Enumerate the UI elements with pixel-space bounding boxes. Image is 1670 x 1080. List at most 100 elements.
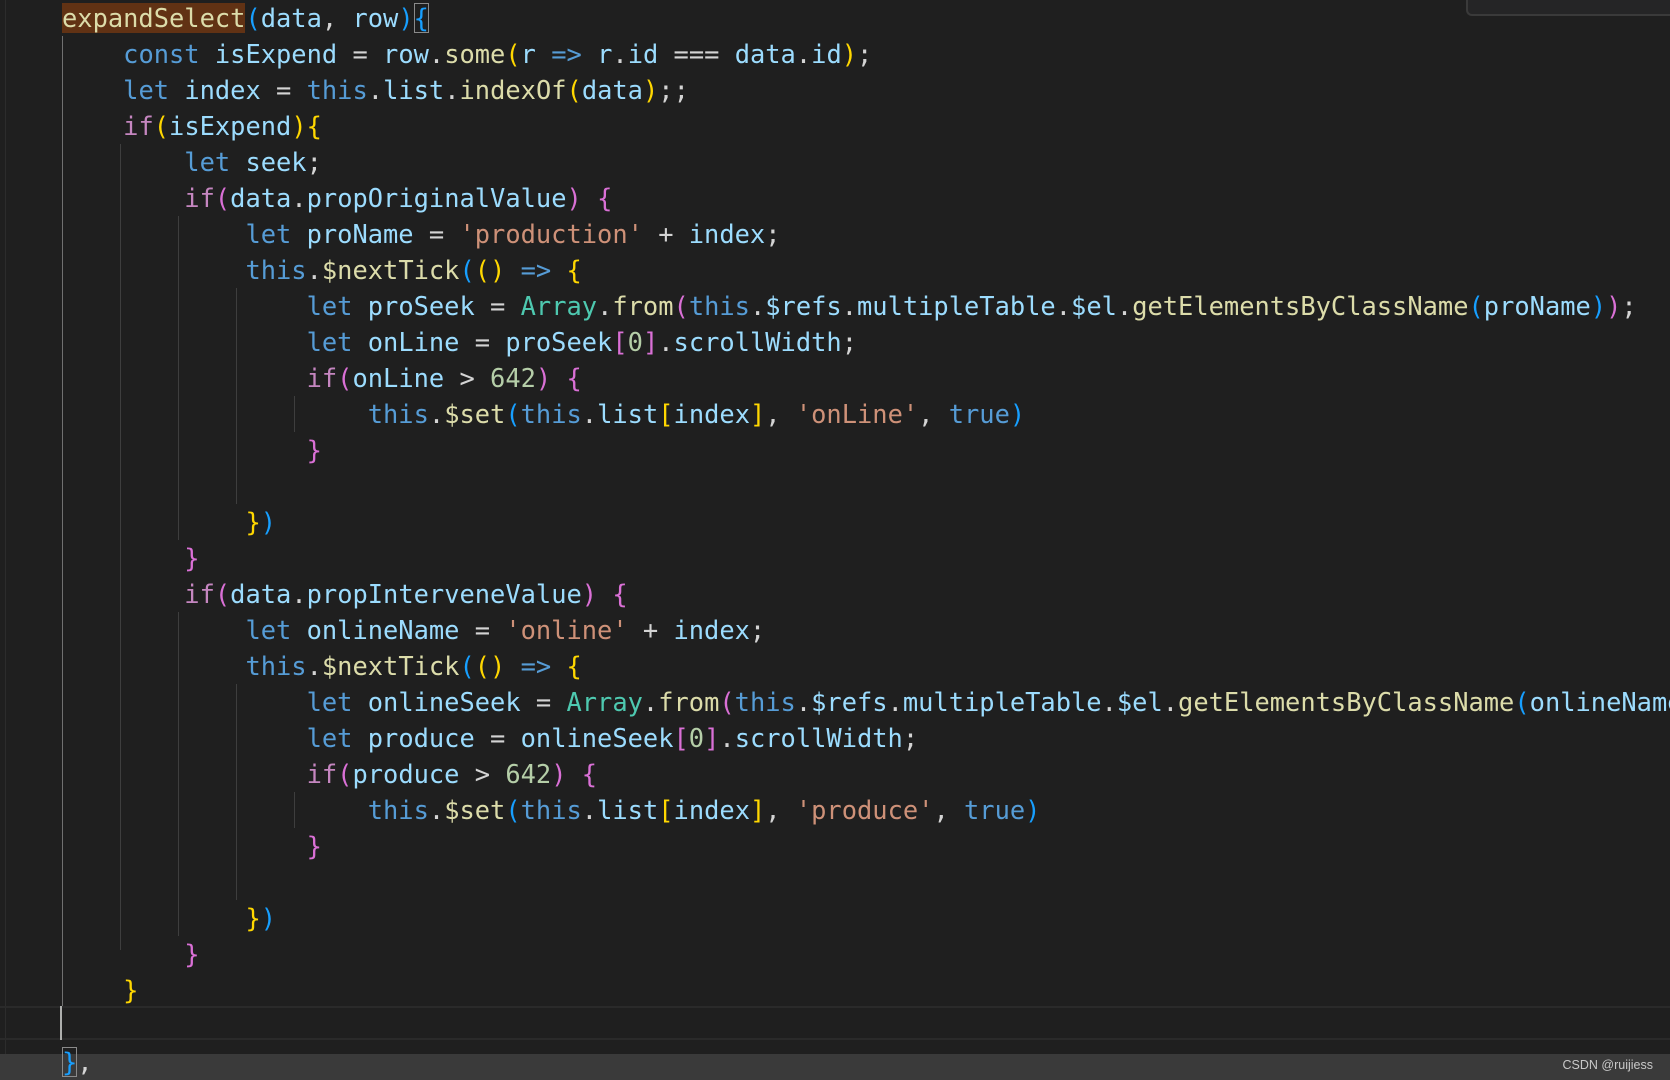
- code-line[interactable]: },: [62, 1044, 93, 1080]
- code-token: seek: [245, 147, 307, 177]
- code-token: from: [612, 291, 674, 321]
- code-token: {: [581, 759, 598, 789]
- code-token: indexOf: [459, 75, 567, 105]
- code-token: .: [887, 687, 903, 717]
- code-line[interactable]: const isExpend = row.some(r => r.id === …: [62, 36, 872, 72]
- code-token: index: [673, 795, 750, 825]
- code-token: list: [597, 795, 659, 825]
- code-token: index: [688, 219, 766, 249]
- code-token: =: [520, 687, 567, 717]
- code-line[interactable]: this.$nextTick(() => {: [62, 648, 582, 684]
- code-line[interactable]: if(data.propOriginalValue) {: [62, 180, 612, 216]
- code-line[interactable]: this.$nextTick(() => {: [62, 252, 582, 288]
- code-line[interactable]: }: [62, 828, 322, 864]
- code-line[interactable]: }: [62, 972, 138, 1008]
- code-token: .: [428, 39, 445, 69]
- code-token: (: [673, 291, 689, 321]
- code-token: this: [245, 255, 307, 285]
- code-token: {: [566, 651, 582, 681]
- code-token: this: [520, 399, 582, 429]
- code-line[interactable]: let seek;: [62, 144, 322, 180]
- code-token: index: [673, 615, 750, 645]
- code-token: {: [566, 255, 582, 285]
- code-token: =: [474, 723, 521, 753]
- code-line[interactable]: if(isExpend){: [62, 108, 322, 144]
- code-token: $nextTick: [321, 255, 460, 285]
- code-token: propInterveneValue: [306, 579, 582, 609]
- code-token: ): [581, 579, 598, 609]
- code-editor[interactable]: expandSelect(data, row){ const isExpend …: [0, 0, 1670, 1080]
- code-line[interactable]: let proSeek = Array.from(this.$refs.mult…: [62, 288, 1637, 324]
- code-line[interactable]: let onlineSeek = Array.from(this.$refs.m…: [62, 684, 1670, 720]
- code-token: ): [260, 507, 277, 537]
- code-token: =: [413, 219, 460, 249]
- code-line[interactable]: let onLine = proSeek[0].scrollWidth;: [62, 324, 857, 360]
- code-token: 'production': [459, 219, 643, 249]
- code-line[interactable]: }: [62, 540, 199, 576]
- code-line[interactable]: if(produce > 642) {: [62, 756, 598, 792]
- code-token: .: [795, 39, 812, 69]
- code-token: if: [184, 183, 215, 213]
- code-line[interactable]: let proName = 'production' + index;: [62, 216, 780, 252]
- code-token: if: [123, 111, 154, 141]
- code-token: list: [597, 399, 659, 429]
- code-token: isExpend: [214, 39, 338, 69]
- code-token: =>: [535, 39, 598, 69]
- code-token: .: [597, 291, 613, 321]
- code-token: .: [367, 75, 384, 105]
- code-token: let: [123, 75, 185, 105]
- watermark: CSDN @ruijiess: [1562, 1058, 1653, 1072]
- code-token: onLine: [367, 327, 460, 357]
- code-token: >: [459, 759, 506, 789]
- code-line[interactable]: }): [62, 504, 276, 540]
- code-token: ;: [902, 723, 919, 753]
- code-token: }: [245, 507, 261, 537]
- code-token: ): [260, 903, 277, 933]
- code-token: +: [627, 615, 674, 645]
- code-token: ]: [749, 795, 766, 825]
- code-token: ): [1590, 291, 1607, 321]
- code-token: }: [62, 1047, 78, 1077]
- code-token: (: [1468, 291, 1484, 321]
- code-line[interactable]: }: [62, 936, 199, 972]
- code-token: ]: [749, 399, 766, 429]
- code-line[interactable]: this.$set(this.list[index], 'produce', t…: [62, 792, 1041, 828]
- code-line[interactable]: let onlineName = 'online' + index;: [62, 612, 765, 648]
- code-token: this: [688, 291, 750, 321]
- code-token: if: [184, 579, 215, 609]
- code-token: let: [245, 615, 307, 645]
- code-token: .: [795, 687, 812, 717]
- code-token: this: [245, 651, 307, 681]
- code-line[interactable]: }): [62, 900, 276, 936]
- code-line[interactable]: if(onLine > 642) {: [62, 360, 582, 396]
- code-token: id: [811, 39, 842, 69]
- code-token: proSeek: [367, 291, 475, 321]
- minimap-slider[interactable]: [1466, 0, 1670, 16]
- code-line[interactable]: let index = this.list.indexOf(data);;: [62, 72, 689, 108]
- code-token: =: [474, 291, 521, 321]
- code-token: =: [459, 615, 506, 645]
- code-line[interactable]: let produce = onlineSeek[0].scrollWidth;: [62, 720, 919, 756]
- code-token: if: [306, 759, 338, 789]
- code-line[interactable]: if(data.propInterveneValue) {: [62, 576, 628, 612]
- code-token: true: [964, 795, 1026, 825]
- code-token: .: [642, 687, 659, 717]
- code-line[interactable]: }: [62, 432, 322, 468]
- code-token: .: [749, 291, 766, 321]
- code-line[interactable]: this.$set(this.list[index], 'onLine', tr…: [62, 396, 1025, 432]
- code-token: {: [612, 579, 628, 609]
- code-token: >: [444, 363, 491, 393]
- code-line[interactable]: expandSelect(data, row){: [62, 0, 429, 36]
- code-token: $refs: [765, 291, 842, 321]
- code-token: ;: [857, 39, 873, 69]
- code-token: ;: [1621, 291, 1637, 321]
- code-token: (: [459, 255, 475, 285]
